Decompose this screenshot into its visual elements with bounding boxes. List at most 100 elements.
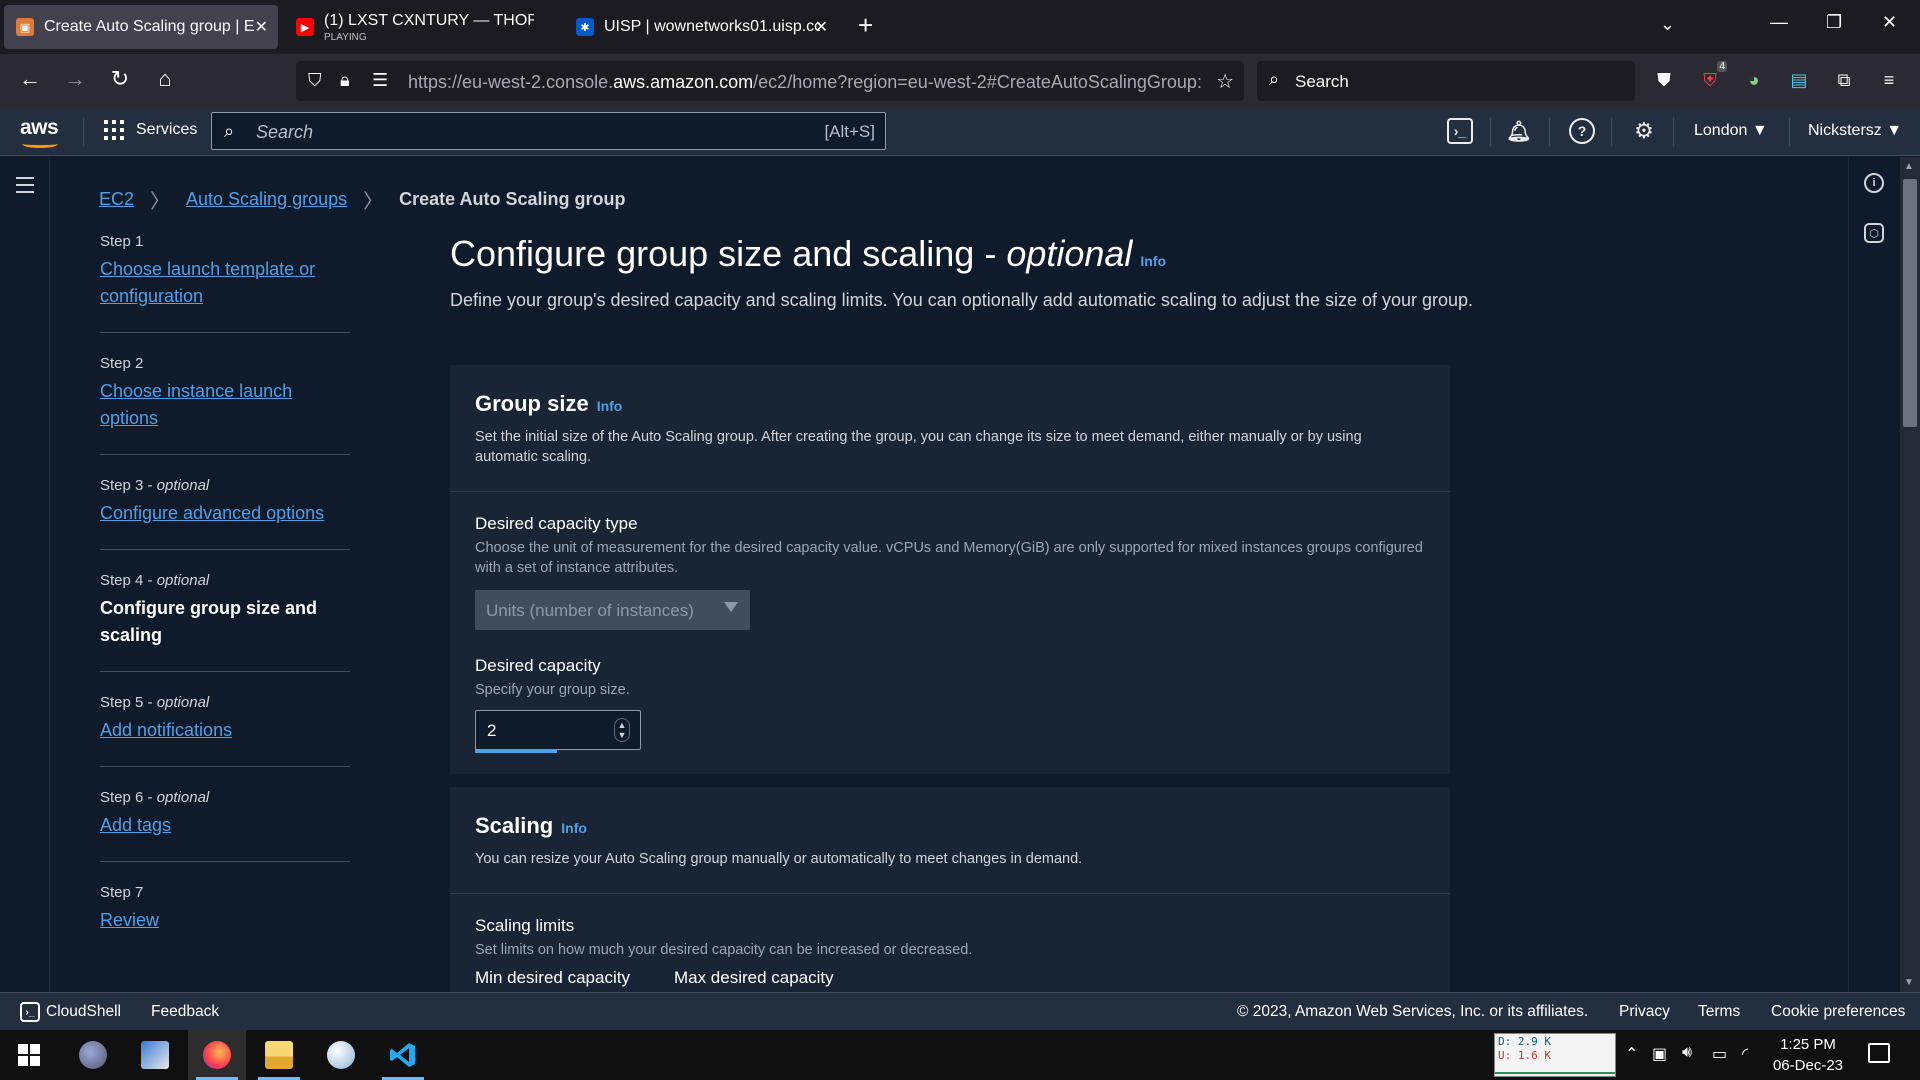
url-text: https://eu-west-2.console.aws.amazon.com… <box>408 72 1202 92</box>
aws-logo[interactable]: aws <box>20 116 59 148</box>
info-link[interactable]: Info <box>597 398 623 414</box>
help-icon[interactable]: ? <box>1569 118 1595 144</box>
home-icon[interactable]: ⌂ <box>151 66 179 92</box>
notifications-bell-icon[interactable]: 🔔︎ <box>1506 118 1532 144</box>
step-link-advanced-options[interactable]: Configure advanced options <box>100 503 324 523</box>
step-link-notifications[interactable]: Add notifications <box>100 720 232 740</box>
breadcrumb-asg-link[interactable]: Auto Scaling groups <box>186 189 347 210</box>
panel-title: Group size Info <box>475 391 623 416</box>
taskbar-app-paint3d[interactable] <box>312 1030 370 1080</box>
close-tab-icon[interactable]: ✕ <box>255 17 268 37</box>
taskbar-app-paint[interactable] <box>64 1030 122 1080</box>
desired-capacity-input[interactable]: 2 ▲ ▼ <box>475 710 641 753</box>
aws-favicon-icon: ▣ <box>16 18 34 36</box>
step-current-group-size: Configure group size and scaling <box>100 598 318 645</box>
tutorial-icon[interactable]: ⬡ <box>1864 223 1884 243</box>
terms-link[interactable]: Terms <box>1698 1003 1740 1021</box>
extension-icon[interactable]: ◕ <box>1741 67 1767 93</box>
tracking-shield-icon[interactable]: ⛉ <box>308 70 322 91</box>
browser-tab-strip: ▣ Create Auto Scaling group | EC2 ✕ ▶ (1… <box>0 0 1920 54</box>
system-clock[interactable]: 1:25 PM 06-Dec-23 <box>1768 1034 1848 1076</box>
folder-icon <box>265 1041 293 1069</box>
list-all-tabs-icon[interactable]: ⌄ <box>1660 14 1675 35</box>
bookmark-star-icon[interactable]: ☆ <box>1216 69 1234 94</box>
cloudshell-link[interactable]: CloudShell <box>46 1003 121 1021</box>
region-selector[interactable]: London ▼ <box>1694 122 1768 140</box>
browser-search-bar[interactable]: ⌕ Search <box>1257 61 1635 101</box>
notifications-icon[interactable] <box>1868 1043 1890 1063</box>
forward-icon[interactable]: → <box>61 66 89 92</box>
taskbar-app-network[interactable] <box>126 1030 184 1080</box>
address-bar[interactable]: ⛉ 🔒︎ ☰ https://eu-west-2.console.aws.ama… <box>296 61 1244 101</box>
step-link-tags[interactable]: Add tags <box>100 815 171 835</box>
account-menu[interactable]: Nickstersz ▼ <box>1808 122 1902 140</box>
wizard-step-4: Step 4 - optional Configure group size a… <box>100 572 350 672</box>
tab-aws-create-asg[interactable]: ▣ Create Auto Scaling group | EC2 ✕ <box>4 5 278 49</box>
taskbar-app-explorer[interactable] <box>250 1030 308 1080</box>
pocket-icon[interactable]: ⛊ <box>1651 67 1677 93</box>
tab-youtube[interactable]: ▶ (1) LXST CXNTURY — THORNY PLAYING <box>284 5 558 49</box>
scroll-down-icon[interactable]: ▼ <box>1904 977 1914 988</box>
panel-description: Set the initial size of the Auto Scaling… <box>475 429 1362 465</box>
cookie-preferences-link[interactable]: Cookie preferences <box>1771 1003 1905 1021</box>
ublock-icon[interactable]: ⛨ 4 <box>1697 61 1727 93</box>
app-menu-icon[interactable]: ≡ <box>1876 67 1902 93</box>
panel-body: Scaling limits Set limits on how much yo… <box>450 894 1450 992</box>
divider <box>1611 118 1612 146</box>
taskbar-app-firefox[interactable] <box>188 1030 246 1080</box>
taskbar-app-vscode[interactable] <box>374 1030 432 1080</box>
scroll-up-icon[interactable]: ▲ <box>1904 161 1914 172</box>
info-panel-icon[interactable]: i <box>1864 173 1884 193</box>
info-link[interactable]: Info <box>1140 253 1166 269</box>
wifi-icon[interactable]: ◜ <box>1742 1044 1748 1064</box>
close-window-icon[interactable]: ✕ <box>1882 12 1897 33</box>
back-icon[interactable]: ← <box>16 66 44 92</box>
paint-palette-icon <box>327 1041 355 1069</box>
wizard-step-3: Step 3 - optional Configure advanced opt… <box>100 477 350 550</box>
save-extension-icon[interactable]: ▤ <box>1786 67 1812 93</box>
number-spinner-icon[interactable]: ▲ ▼ <box>614 718 630 742</box>
show-hidden-icons-icon[interactable]: ⌃ <box>1625 1044 1638 1064</box>
close-tab-icon[interactable]: ✕ <box>815 17 828 37</box>
tab-title: (1) LXST CXNTURY — THORNY <box>324 11 534 29</box>
scaling-limits-description: Set limits on how much your desired capa… <box>475 942 973 958</box>
divider <box>1490 118 1491 146</box>
feedback-link[interactable]: Feedback <box>151 1003 219 1021</box>
restore-icon[interactable]: ❐ <box>1826 12 1842 33</box>
step-link-launch-template[interactable]: Choose launch template or configuration <box>100 259 315 306</box>
main-content: EC2 〉 Auto Scaling groups 〉 Create Auto … <box>51 157 1848 992</box>
cloudshell-icon[interactable]: ›_ <box>20 1002 40 1022</box>
settings-gear-icon[interactable]: ⚙ <box>1631 118 1657 144</box>
aws-search-input[interactable]: ⌕ Search [Alt+S] <box>211 112 886 150</box>
scrollbar-thumb[interactable] <box>1903 179 1917 427</box>
new-tab-button[interactable]: + <box>858 12 873 38</box>
grid-icon <box>104 120 124 140</box>
minimize-icon[interactable]: — <box>1770 12 1788 33</box>
meet-now-icon[interactable]: ▣ <box>1652 1044 1667 1064</box>
extensions-puzzle-icon[interactable]: ⧉ <box>1831 67 1857 93</box>
scaling-panel: Scaling Info You can resize your Auto Sca… <box>450 787 1450 992</box>
clock-time: 1:25 PM <box>1780 1036 1836 1053</box>
tab-uisp[interactable]: ✱ UISP | wownetworks01.uisp.com ✕ <box>564 5 838 49</box>
breadcrumb-ec2-link[interactable]: EC2 <box>99 189 134 210</box>
battery-icon[interactable]: ▭ <box>1712 1044 1727 1064</box>
step-label: Step 6 - optional <box>100 789 210 806</box>
privacy-link[interactable]: Privacy <box>1619 1003 1670 1021</box>
wizard-step-2: Step 2 Choose instance launch options <box>100 355 350 455</box>
reload-icon[interactable]: ↻ <box>106 66 134 92</box>
page-scrollbar[interactable]: ▲ ▼ <box>1900 157 1920 992</box>
aws-header: aws Services ⌕ Search [Alt+S] ›_ 🔔︎ ? ⚙ … <box>0 108 1920 156</box>
permissions-icon[interactable]: ☰ <box>372 70 388 91</box>
start-button[interactable] <box>0 1030 58 1080</box>
hamburger-menu-icon[interactable] <box>16 177 34 198</box>
step-link-review[interactable]: Review <box>100 910 159 930</box>
volume-icon[interactable]: 🔊︎ <box>1682 1044 1692 1062</box>
info-link[interactable]: Info <box>561 820 587 836</box>
services-menu-button[interactable]: Services <box>104 120 197 140</box>
lock-icon[interactable]: 🔒︎ <box>340 70 350 91</box>
group-size-panel: Group size Info Set the initial size of t… <box>450 365 1450 774</box>
divider <box>1789 118 1790 146</box>
step-link-instance-launch-options[interactable]: Choose instance launch options <box>100 381 292 428</box>
cloudshell-icon[interactable]: ›_ <box>1447 118 1473 144</box>
aws-footer: ›_ CloudShell Feedback © 2023, Amazon We… <box>0 992 1920 1030</box>
